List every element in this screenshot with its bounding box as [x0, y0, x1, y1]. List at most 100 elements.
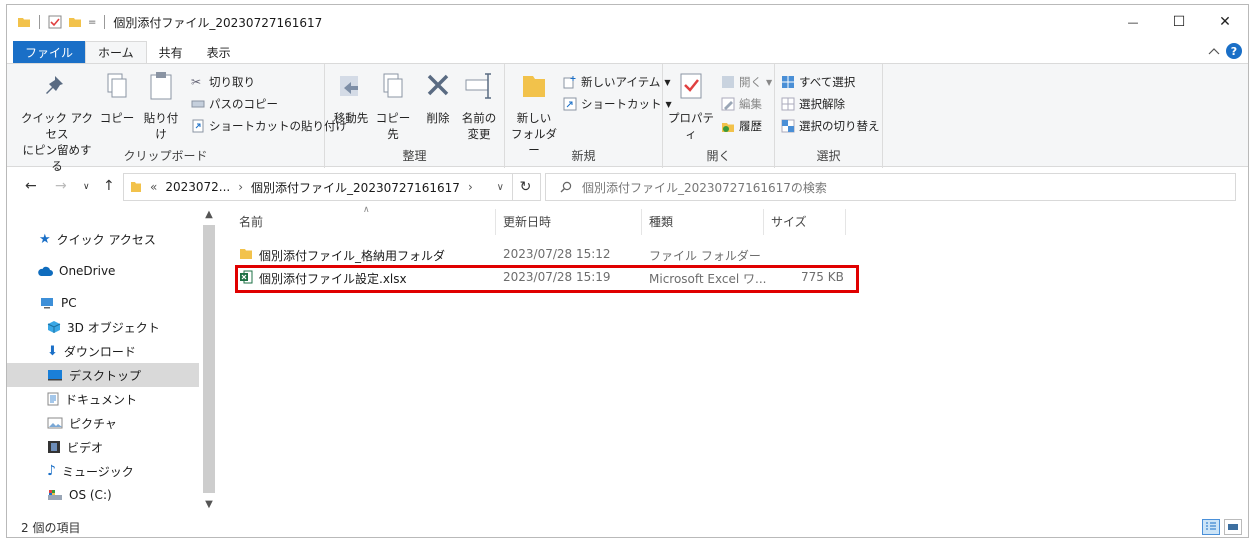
rename-button[interactable]: 名前の 変更 [459, 70, 499, 142]
navigation-row: ← → ∨ ↑ « 2023072... › 個別添付ファイル_20230727… [7, 171, 1248, 203]
nav-item-downloads[interactable]: ⬇ ダウンロード [7, 339, 199, 363]
column-header-type[interactable]: 種類 [649, 213, 673, 230]
nav-item-videos[interactable]: ビデオ [7, 435, 199, 459]
column-divider[interactable] [641, 209, 642, 235]
history-button[interactable]: 履歴 [721, 118, 762, 134]
highlight-box [235, 265, 859, 293]
history-icon [722, 123, 734, 132]
minimize-button[interactable]: — [1110, 5, 1156, 39]
column-divider[interactable] [845, 209, 846, 235]
tab-home[interactable]: ホーム [85, 41, 147, 64]
paste-shortcut-button[interactable]: ショートカットの貼り付け [191, 118, 347, 134]
nav-item-documents[interactable]: ドキュメント [7, 387, 199, 411]
nav-item-pictures[interactable]: ピクチャ [7, 411, 199, 435]
select-group-label: 選択 [816, 149, 841, 163]
details-view-button[interactable] [1202, 519, 1220, 535]
column-header-modified[interactable]: 更新日時 [503, 213, 551, 230]
column-divider[interactable] [495, 209, 496, 235]
breadcrumb-separator-icon[interactable]: › [468, 180, 473, 194]
open-button[interactable]: 開く ▼ [721, 74, 772, 90]
folder-icon [240, 249, 252, 259]
properties-button[interactable]: プロパティ [665, 70, 717, 142]
scroll-down-icon[interactable]: ▼ [201, 499, 217, 510]
select-none-button[interactable]: 選択解除 [781, 96, 845, 112]
overflow-chevron[interactable]: « [150, 180, 157, 194]
item-count: 2 個の項目 [21, 520, 81, 535]
up-arrow-icon[interactable]: ↑ [103, 178, 115, 194]
properties-check-icon[interactable] [48, 15, 62, 29]
details-view-icon [1206, 522, 1216, 530]
close-button[interactable]: ✕ [1202, 5, 1248, 39]
nav-item-onedrive[interactable]: OneDrive [7, 259, 199, 283]
large-icons-view-icon [1228, 524, 1238, 530]
delete-x-icon [427, 74, 449, 96]
nav-item-music[interactable]: ♪ ミュージック [7, 459, 199, 483]
navigation-pane: ★ クイック アクセス OneDrive PC 3D オブジェクト ⬇ ダウンロ… [7, 207, 217, 513]
copy-to-button[interactable]: コピー先 [373, 70, 413, 142]
refresh-button[interactable]: ↻ [511, 173, 541, 201]
column-header-size[interactable]: サイズ [771, 213, 807, 230]
nav-item-os-drive[interactable]: OS (C:) [7, 483, 199, 507]
shortcut-button[interactable]: ショートカット ▼ [563, 96, 672, 112]
nav-item-pc[interactable]: PC [7, 291, 199, 315]
open-group-label: 開く [706, 149, 731, 163]
breadcrumb-current[interactable]: 個別添付ファイル_20230727161617 [251, 179, 460, 196]
paste-button[interactable]: 貼り付け [139, 70, 183, 142]
copy-to-icon [383, 73, 403, 98]
cut-button[interactable]: ✂ 切り取り [191, 74, 255, 90]
scrollbar-thumb[interactable] [203, 225, 215, 493]
organize-group: 移動先 コピー先 削除 名前の 変更 整理 [325, 64, 505, 168]
paste-shortcut-icon [192, 119, 204, 133]
new-folder-button[interactable]: 新しい フォルダー [509, 70, 559, 158]
nav-item-desktop[interactable]: デスクトップ [7, 363, 199, 387]
address-bar[interactable]: « 2023072... › 個別添付ファイル_20230727161617 ›… [123, 173, 513, 201]
address-dropdown-icon[interactable]: ∨ [497, 182, 504, 193]
breadcrumb-parent[interactable]: 2023072... [165, 180, 230, 194]
maximize-button[interactable]: ☐ [1156, 5, 1202, 39]
divider [104, 15, 106, 29]
pin-icon [46, 76, 63, 94]
organize-group-label: 整理 [402, 149, 427, 163]
new-folder-icon[interactable] [68, 15, 82, 29]
invert-selection-button[interactable]: 選択の切り替え [781, 118, 880, 134]
back-arrow-icon[interactable]: ← [25, 178, 37, 194]
select-all-button[interactable]: すべて選択 [781, 74, 855, 90]
copy-path-icon [191, 100, 205, 108]
recent-locations-chevron-icon[interactable]: ∨ [83, 182, 90, 192]
column-header-name[interactable]: 名前 [239, 213, 263, 230]
breadcrumb-separator-icon[interactable]: › [238, 180, 243, 194]
ribbon-collapse-icon[interactable] [1208, 46, 1220, 56]
table-row[interactable]: 個別添付ファイル_格納用フォルダ 2023/07/28 15:12 ファイル フ… [237, 243, 849, 265]
copy-button[interactable]: コピー [99, 70, 135, 126]
large-icons-view-button[interactable] [1224, 519, 1242, 535]
search-placeholder: 個別添付ファイル_20230727161617の検索 [582, 180, 827, 195]
new-group: 新しい フォルダー 新しいアイテム ▼ ショートカット ▼ 新規 [505, 64, 672, 168]
delete-button[interactable]: 削除 [423, 70, 453, 126]
desktop-icon [48, 370, 62, 381]
help-icon[interactable]: ? [1226, 43, 1242, 59]
forward-arrow-icon[interactable]: → [55, 178, 67, 194]
new-item-button[interactable]: 新しいアイテム ▼ [563, 74, 671, 90]
sort-indicator-icon: ∧ [363, 205, 370, 215]
tab-view[interactable]: 表示 [195, 41, 243, 64]
select-none-icon [781, 97, 795, 111]
rename-icon [465, 73, 491, 99]
nav-item-3d-objects[interactable]: 3D オブジェクト [7, 315, 199, 339]
nav-item-quick-access[interactable]: ★ クイック アクセス [7, 227, 199, 251]
scroll-up-icon[interactable]: ▲ [201, 209, 217, 220]
move-to-button[interactable]: 移動先 [331, 70, 371, 126]
qat-dropdown-icon[interactable]: = [88, 17, 96, 28]
cube-icon [47, 321, 61, 333]
title-bar: = 個別添付ファイル_20230727161617 — ☐ ✕ [7, 5, 1248, 39]
tab-share[interactable]: 共有 [147, 41, 195, 64]
file-list: ∧ 名前 更新日時 種類 サイズ 個別添付ファイル_格納用フォルダ 2023/0… [229, 205, 1239, 513]
folder-icon [131, 182, 141, 192]
column-divider[interactable] [763, 209, 764, 235]
edit-button[interactable]: 編集 [721, 96, 762, 112]
search-box[interactable]: 個別添付ファイル_20230727161617の検索 [545, 173, 1236, 201]
clipboard-group: クイック アクセス にピン留めする コピー 貼り付け ✂ 切り取り パスのコピー [7, 64, 347, 173]
copy-path-button[interactable]: パスのコピー [191, 96, 278, 112]
nav-scrollbar[interactable]: ▲ ▼ [201, 207, 217, 513]
shortcut-icon [563, 97, 577, 111]
tab-file[interactable]: ファイル [13, 41, 86, 64]
